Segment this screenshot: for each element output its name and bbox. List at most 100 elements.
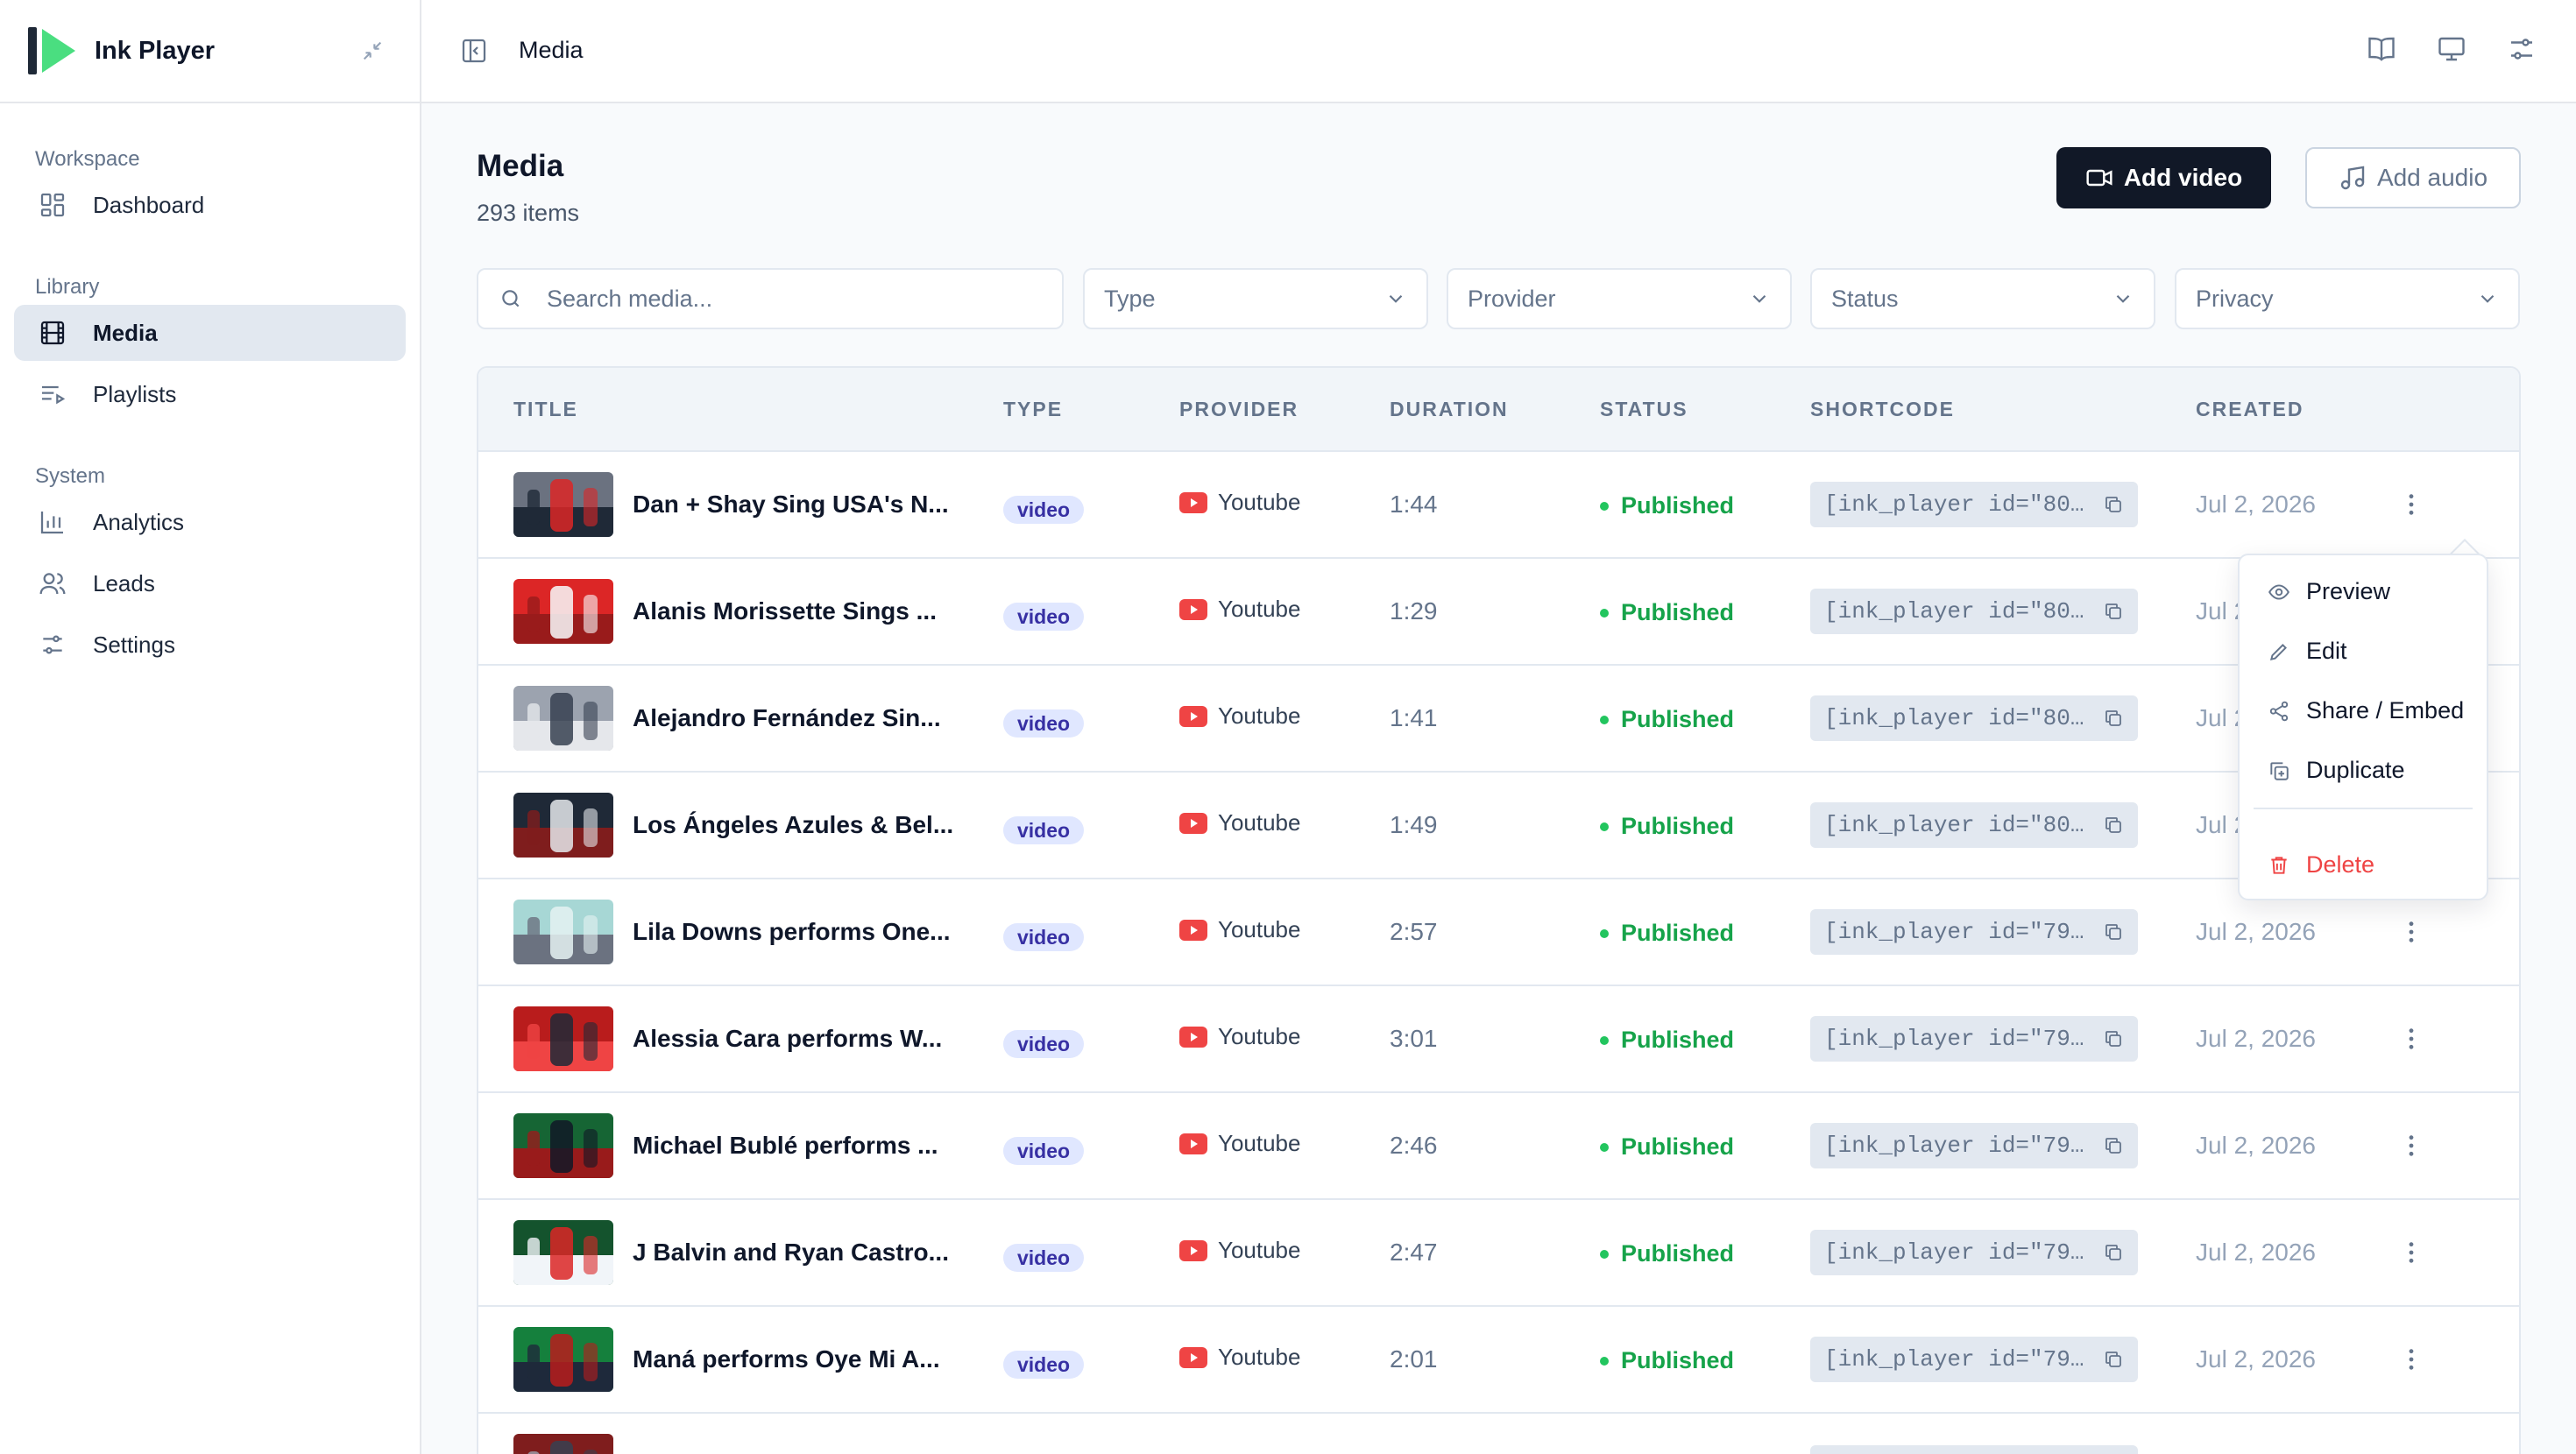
type-badge: video [1003,1030,1085,1058]
type-badge: video [1003,1137,1085,1165]
video-thumbnail[interactable] [513,1113,613,1178]
sidebar-item-label: Analytics [93,508,185,535]
search-box[interactable] [477,268,1064,329]
sidebar-item-playlists[interactable]: Playlists [14,366,406,422]
sidebar-item-media[interactable]: Media [14,305,406,361]
table-row[interactable]: J Balvin and Ryan Castro... video Youtub… [478,1200,2519,1307]
sidebar-item-label: Leads [93,569,155,596]
shortcode-field: [ink_player id="80… [1810,695,2138,741]
media-title[interactable]: Alessia Cara performs W... [633,1025,942,1053]
menu-item-share-embed[interactable]: Share / Embed [2268,697,2464,724]
status-dot [1600,1356,1609,1366]
add-video-button[interactable]: Add video [2056,147,2271,208]
table-row[interactable]: Alanis Morissette Sings ... video Youtub… [478,559,2519,666]
duration: 1:29 [1390,597,1438,625]
more-vertical-icon[interactable] [2397,1132,2425,1160]
table-row[interactable] [478,1414,2519,1454]
provider-name: Youtube [1218,489,1301,515]
sidebar-item-settings[interactable]: Settings [14,617,406,673]
add-audio-button[interactable]: Add audio [2305,147,2521,208]
brand: Ink Player [0,0,420,103]
sidebar-toggle-icon[interactable] [460,37,488,65]
table-row[interactable]: Los Ángeles Azules & Bel... video Youtub… [478,773,2519,879]
shortcode-text: [ink_player id="79… [1824,1346,2084,1373]
status-filter-label: Status [1831,285,1899,312]
provider-cell: Youtube [1179,1023,1300,1050]
copy-icon[interactable] [2103,494,2124,515]
sidebar-item-dashboard[interactable]: Dashboard [14,177,406,233]
column-header-title[interactable]: TITLE [513,398,578,421]
media-title[interactable]: Maná performs Oye Mi A... [633,1345,940,1373]
privacy-filter[interactable]: Privacy [2175,268,2520,329]
monitor-icon[interactable] [2436,33,2467,65]
column-header-created[interactable]: CREATED [2196,398,2304,421]
table-row[interactable]: Alessia Cara performs W... video Youtube… [478,986,2519,1093]
item-count: 293 items [477,200,580,226]
menu-item-edit[interactable]: Edit [2268,638,2347,665]
video-thumbnail[interactable] [513,1006,613,1071]
provider-filter[interactable]: Provider [1447,268,1792,329]
more-vertical-icon[interactable] [2397,491,2425,519]
copy-icon[interactable] [2103,1135,2124,1156]
type-badge: video [1003,923,1085,951]
column-header-provider[interactable]: PROVIDER [1179,398,1299,421]
media-title[interactable]: Lila Downs performs One... [633,918,951,946]
collapse-icon[interactable] [360,39,385,63]
search-input[interactable] [547,285,1037,313]
video-thumbnail[interactable] [513,472,613,537]
status-dot [1600,1035,1609,1045]
video-thumbnail[interactable] [513,900,613,964]
media-title[interactable]: Alejandro Fernández Sin... [633,704,941,732]
dashboard-icon [40,193,65,217]
settings-sliders-icon[interactable] [2506,33,2537,65]
media-title[interactable]: Los Ángeles Azules & Bel... [633,811,953,839]
copy-icon[interactable] [2103,1028,2124,1049]
video-thumbnail[interactable] [513,579,613,644]
menu-item-label: Duplicate [2306,757,2405,783]
copy-icon[interactable] [2103,1242,2124,1263]
more-vertical-icon[interactable] [2397,1025,2425,1053]
provider-name: Youtube [1218,702,1301,729]
menu-item-duplicate[interactable]: Duplicate [2268,757,2405,784]
table-row[interactable]: Alejandro Fernández Sin... video Youtube… [478,666,2519,773]
type-badge: video [1003,816,1085,844]
more-vertical-icon[interactable] [2397,918,2425,946]
more-vertical-icon[interactable] [2397,1345,2425,1373]
menu-item-preview[interactable]: Preview [2268,578,2390,605]
media-title[interactable]: Michael Bublé performs ... [633,1132,938,1160]
menu-item-delete[interactable]: Delete [2268,851,2374,879]
book-icon[interactable] [2366,33,2397,65]
column-header-duration[interactable]: DURATION [1390,398,1509,421]
table-row[interactable]: Michael Bublé performs ... video Youtube… [478,1093,2519,1200]
sidebar-item-leads[interactable]: Leads [14,555,406,611]
media-title[interactable]: Alanis Morissette Sings ... [633,597,937,625]
column-header-status[interactable]: STATUS [1600,398,1688,421]
video-thumbnail[interactable] [513,686,613,751]
more-vertical-icon[interactable] [2397,1239,2425,1267]
shortcode-field: [ink_player id="79… [1810,1016,2138,1062]
provider-cell: Youtube [1179,596,1300,623]
status-filter[interactable]: Status [1810,268,2155,329]
status-badge: Published [1600,1027,1734,1054]
media-title[interactable]: J Balvin and Ryan Castro... [633,1239,949,1267]
table-row[interactable]: Maná performs Oye Mi A... video Youtube … [478,1307,2519,1414]
copy-icon[interactable] [2103,815,2124,836]
sidebar-item-analytics[interactable]: Analytics [14,494,406,550]
copy-icon[interactable] [2103,601,2124,622]
type-filter[interactable]: Type [1083,268,1428,329]
provider-filter-label: Provider [1468,285,1556,312]
video-thumbnail[interactable] [513,1327,613,1392]
column-header-shortcode[interactable]: SHORTCODE [1810,398,1955,421]
copy-icon[interactable] [2103,708,2124,729]
video-thumbnail[interactable] [513,793,613,858]
copy-icon[interactable] [2103,921,2124,942]
video-thumbnail[interactable] [513,1220,613,1285]
media-title[interactable]: Dan + Shay Sing USA's N... [633,491,949,519]
table-row[interactable]: Dan + Shay Sing USA's N... video Youtube… [478,452,2519,559]
provider-cell: Youtube [1179,1344,1300,1371]
table-row[interactable]: Lila Downs performs One... video Youtube… [478,879,2519,986]
trash-icon [2271,856,2287,874]
video-thumbnail[interactable] [513,1434,613,1454]
column-header-type[interactable]: TYPE [1003,398,1063,421]
copy-icon[interactable] [2103,1349,2124,1370]
